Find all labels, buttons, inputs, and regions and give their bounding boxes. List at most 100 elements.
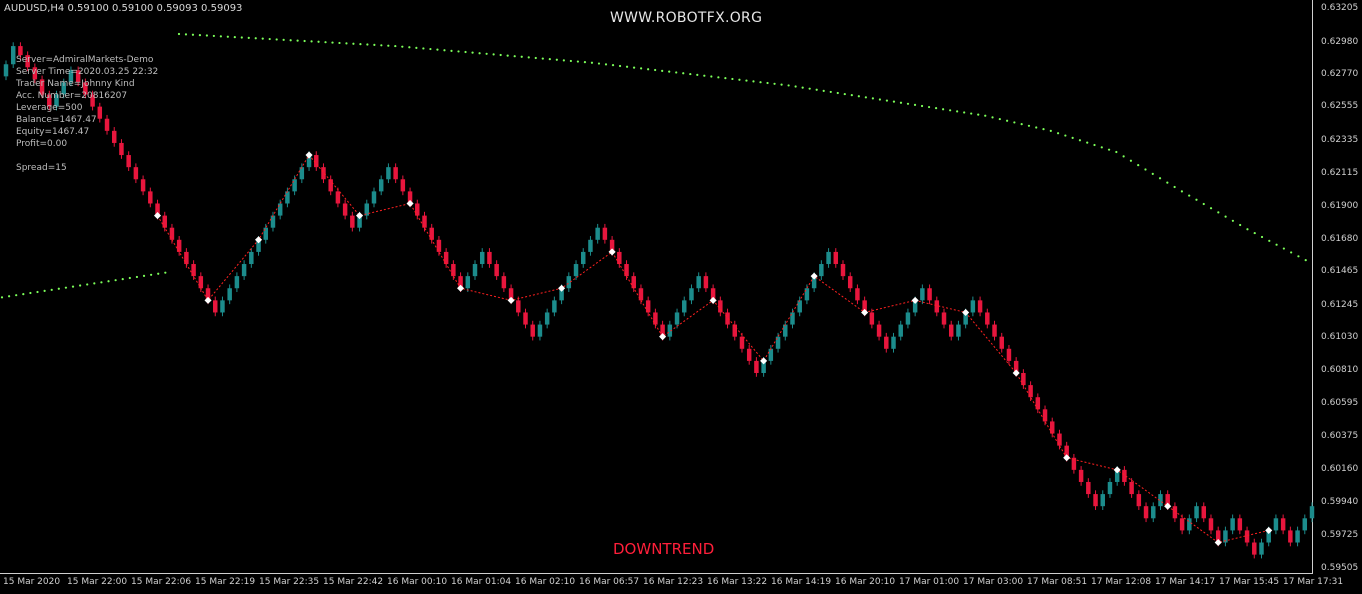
ma-dot	[759, 81, 762, 84]
candle-body	[241, 264, 247, 277]
time-tick-label: 15 Mar 22:19	[195, 577, 256, 587]
ma-dot	[913, 103, 917, 106]
ma-dot	[1166, 181, 1169, 184]
candle-body	[891, 336, 896, 349]
zigzag-marker	[659, 333, 667, 341]
ma-dot	[590, 61, 594, 64]
candle-body	[270, 215, 276, 228]
candle-body	[1035, 397, 1041, 410]
ma-dot	[8, 295, 11, 298]
ma-dot	[150, 273, 153, 276]
candle-body	[970, 300, 976, 313]
candle-body	[819, 264, 824, 277]
time-tick-label: 17 Mar 17:31	[1283, 577, 1344, 587]
ma-dot	[317, 40, 320, 43]
ma-dot	[745, 79, 748, 82]
ma-dot	[647, 68, 650, 71]
ma-dot	[71, 285, 75, 288]
ma-dot	[780, 83, 783, 86]
ma-dot	[794, 85, 797, 88]
ma-dot	[1093, 143, 1096, 147]
account-info-line: Equity=1467.47	[16, 127, 90, 137]
ma-dot	[618, 64, 622, 68]
zigzag-marker	[204, 296, 212, 304]
candle-body	[1194, 506, 1199, 519]
ma-dot	[696, 73, 699, 76]
time-tick-label: 15 Mar 22:42	[323, 577, 384, 587]
ma-dot	[949, 109, 952, 112]
candle-body	[227, 288, 232, 301]
time-tick-label: 17 Mar 08:51	[1027, 577, 1088, 587]
price-tick-label: 0.62980	[1321, 37, 1359, 48]
ma-dot	[1151, 172, 1154, 175]
ma-dot	[247, 36, 250, 39]
ma-dot	[583, 61, 587, 64]
zigzag-marker	[1113, 466, 1121, 474]
ma-dot	[724, 77, 727, 80]
time-tick-label: 17 Mar 14:17	[1155, 577, 1216, 587]
price-tick-label: 0.59725	[1321, 529, 1359, 540]
time-tick-label: 17 Mar 01:00	[899, 577, 960, 587]
ma-dot	[984, 114, 987, 117]
ma-dot	[738, 78, 741, 81]
candle-body	[465, 276, 471, 289]
account-info-line: Balance=1467.47	[16, 115, 97, 125]
ma-dot	[899, 101, 903, 104]
ma-dot	[548, 58, 551, 61]
ma-dot	[569, 59, 572, 63]
ma-dot	[1049, 129, 1052, 132]
ma-dot	[885, 99, 889, 102]
candle-body	[494, 264, 499, 277]
ma-dot	[1246, 228, 1249, 231]
candle-body	[371, 191, 377, 204]
ma-dot	[836, 91, 839, 95]
ma-dot	[942, 108, 945, 111]
ma-dot	[93, 282, 96, 285]
time-tick-label: 16 Mar 00:10	[387, 577, 448, 587]
zigzag-marker	[406, 199, 414, 208]
time-tick-label: 17 Mar 03:00	[963, 577, 1024, 587]
account-info-line: Leverage=500	[16, 103, 83, 113]
candle-body	[285, 191, 290, 204]
candle-body	[602, 227, 608, 240]
ma-dot	[121, 277, 124, 281]
ma-dot	[611, 64, 615, 67]
candle-body	[184, 251, 189, 265]
ma-dot	[632, 66, 636, 69]
ma-dot	[1260, 235, 1264, 239]
account-info-line: Profit=0.00	[16, 139, 68, 149]
ma-dot	[892, 100, 896, 103]
ma-dot	[184, 33, 188, 36]
ma-dot	[366, 43, 369, 46]
time-tick-label: 16 Mar 13:22	[707, 577, 768, 587]
ma-dot	[345, 42, 348, 45]
zigzag-marker	[1063, 454, 1071, 462]
time-tick-label: 16 Mar 12:23	[643, 577, 704, 587]
candle-body	[487, 251, 492, 265]
zigzag-marker	[608, 248, 616, 256]
candle-body	[479, 251, 485, 265]
candle-body	[1288, 530, 1293, 543]
candle-body	[1050, 421, 1055, 434]
ma-dot	[436, 48, 439, 51]
ma-dot	[128, 276, 131, 280]
ma-dot	[1006, 119, 1009, 122]
price-tick-label: 0.61245	[1321, 299, 1359, 310]
candle-body	[869, 312, 875, 325]
zigzag-marker	[1012, 369, 1020, 377]
candle-body	[1252, 542, 1257, 555]
ma-dot	[864, 96, 867, 99]
candle-body	[985, 312, 990, 325]
candle-body	[689, 288, 694, 301]
ma-dot	[1282, 247, 1285, 250]
candle-body	[321, 167, 326, 180]
chart-area[interactable]: AUDUSD,H4 0.59100 0.59100 0.59093 0.5909…	[0, 0, 1362, 594]
ma-dot	[1275, 243, 1278, 246]
ma-dot	[464, 50, 467, 54]
candle-body	[581, 251, 586, 265]
candle-body	[768, 348, 774, 361]
candle-body	[1100, 494, 1105, 507]
account-info-line	[16, 150, 158, 162]
candle-body	[876, 324, 882, 337]
time-tick-label: 17 Mar 15:45	[1219, 577, 1280, 587]
